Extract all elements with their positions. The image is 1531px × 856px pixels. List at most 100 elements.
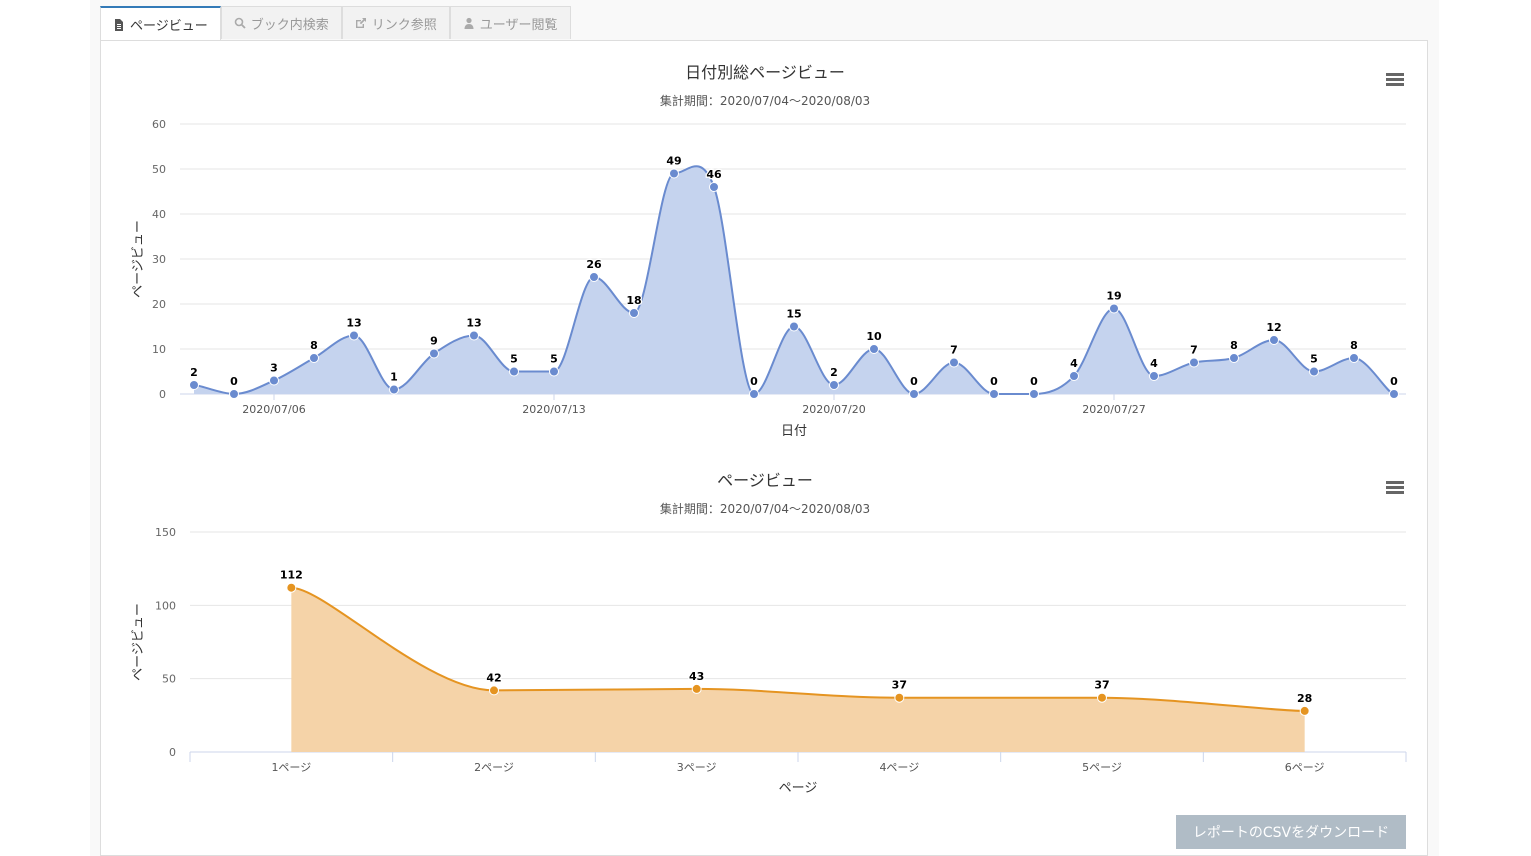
data-point xyxy=(949,357,959,368)
data-label: 9 xyxy=(430,335,438,348)
data-label: 1 xyxy=(390,371,398,384)
data-point xyxy=(789,321,799,332)
data-label: 8 xyxy=(1230,339,1238,352)
x-tick-label: 2020/07/06 xyxy=(242,403,305,416)
data-point xyxy=(1097,692,1107,703)
y-tick-label: 100 xyxy=(155,599,176,612)
data-label: 5 xyxy=(1310,353,1318,366)
chart1-title: 日付別総ページビュー xyxy=(685,63,845,82)
data-point xyxy=(691,683,702,694)
data-point xyxy=(589,272,599,282)
data-label: 13 xyxy=(346,317,361,330)
x-tick-label: 2ページ xyxy=(474,761,514,774)
data-label: 0 xyxy=(1390,375,1398,388)
data-point xyxy=(1269,335,1279,345)
x-tick-label: 2020/07/20 xyxy=(802,403,865,416)
data-label: 15 xyxy=(786,308,801,321)
data-point xyxy=(1149,371,1159,381)
data-point xyxy=(1109,303,1119,314)
data-label: 19 xyxy=(1106,290,1121,303)
data-label: 43 xyxy=(689,670,704,683)
charts-canvas: 日付別総ページビュー 集計期間：2020/07/04～2020/08/03 ペー… xyxy=(131,63,1407,796)
x-tick-label: 1ページ xyxy=(271,761,311,774)
data-label: 12 xyxy=(1266,321,1281,334)
data-point xyxy=(389,384,399,395)
y-tick-label: 20 xyxy=(152,298,166,311)
data-point xyxy=(894,692,905,703)
data-point xyxy=(989,389,999,399)
x-tick-label: 6ページ xyxy=(1285,761,1325,774)
data-point xyxy=(1069,371,1079,381)
data-point xyxy=(489,685,499,696)
data-label: 46 xyxy=(706,168,722,181)
data-point xyxy=(669,168,679,179)
data-point xyxy=(429,348,439,359)
data-label: 42 xyxy=(486,671,501,684)
data-point xyxy=(749,389,759,399)
data-label: 2 xyxy=(190,366,198,379)
data-point xyxy=(1189,357,1199,368)
y-tick-label: 30 xyxy=(152,253,166,266)
y-tick-label: 0 xyxy=(169,746,176,759)
data-point xyxy=(269,375,279,386)
data-label: 2 xyxy=(830,366,838,379)
chart1-series: 20381319135 526184946015210070 041947 81258… xyxy=(189,153,1399,399)
data-point xyxy=(709,182,719,192)
data-point xyxy=(189,380,199,390)
data-point xyxy=(1309,366,1319,377)
data-label: 5 xyxy=(510,353,518,366)
data-label: 112 xyxy=(280,569,303,582)
data-point xyxy=(286,582,297,593)
x-tick-label: 3ページ xyxy=(677,761,717,774)
data-label: 8 xyxy=(1350,339,1358,352)
data-label: 37 xyxy=(892,679,907,692)
data-point xyxy=(629,308,639,318)
data-label: 0 xyxy=(230,375,238,388)
data-label: 13 xyxy=(466,317,481,330)
data-point xyxy=(869,344,879,354)
data-label: 0 xyxy=(750,375,758,388)
data-label: 8 xyxy=(310,339,318,352)
data-label: 37 xyxy=(1094,679,1109,692)
y-tick-label: 150 xyxy=(155,526,176,539)
x-tick-label: 5ページ xyxy=(1082,761,1122,774)
x-tick-label: 2020/07/13 xyxy=(522,403,585,416)
data-point xyxy=(909,389,919,399)
chart1-subtitle: 集計期間：2020/07/04～2020/08/03 xyxy=(660,93,870,108)
y-tick-label: 50 xyxy=(152,163,166,176)
data-label: 0 xyxy=(1030,375,1038,388)
data-label: 0 xyxy=(990,375,998,388)
data-point xyxy=(1229,353,1239,363)
chart1-ylabel: ページビュー xyxy=(131,220,146,298)
y-tick-label: 60 xyxy=(152,118,166,131)
data-point xyxy=(229,389,239,399)
y-tick-label: 0 xyxy=(159,388,166,401)
data-label: 3 xyxy=(270,362,278,375)
data-point xyxy=(469,330,479,341)
data-label: 10 xyxy=(866,330,882,343)
chart2-menu-icon[interactable] xyxy=(1386,481,1404,494)
data-point xyxy=(829,380,839,390)
chart2-xlabel: ページ xyxy=(779,781,818,796)
y-tick-label: 50 xyxy=(162,673,176,686)
data-point xyxy=(1029,389,1039,399)
data-point xyxy=(1299,705,1310,716)
chart2-series: 112 42 43 37 37 28 xyxy=(279,567,1314,752)
chart1-menu-icon[interactable] xyxy=(1386,73,1404,86)
data-point xyxy=(549,366,559,377)
data-label: 28 xyxy=(1297,692,1312,705)
y-tick-label: 40 xyxy=(152,208,166,221)
data-label: 7 xyxy=(1190,344,1198,357)
chart2-ylabel: ページビュー xyxy=(131,603,146,681)
data-point xyxy=(349,330,359,341)
data-label: 7 xyxy=(950,344,958,357)
data-label: 49 xyxy=(666,155,681,168)
data-label: 18 xyxy=(626,294,641,307)
chart2-subtitle: 集計期間：2020/07/04～2020/08/03 xyxy=(660,501,870,516)
data-label: 26 xyxy=(586,258,602,271)
x-tick-label: 2020/07/27 xyxy=(1082,403,1145,416)
chart2-title: ページビュー xyxy=(717,471,813,490)
download-csv-button[interactable]: レポートのCSVをダウンロード xyxy=(1176,815,1406,849)
data-point xyxy=(1349,353,1359,363)
data-label: 4 xyxy=(1070,357,1078,370)
